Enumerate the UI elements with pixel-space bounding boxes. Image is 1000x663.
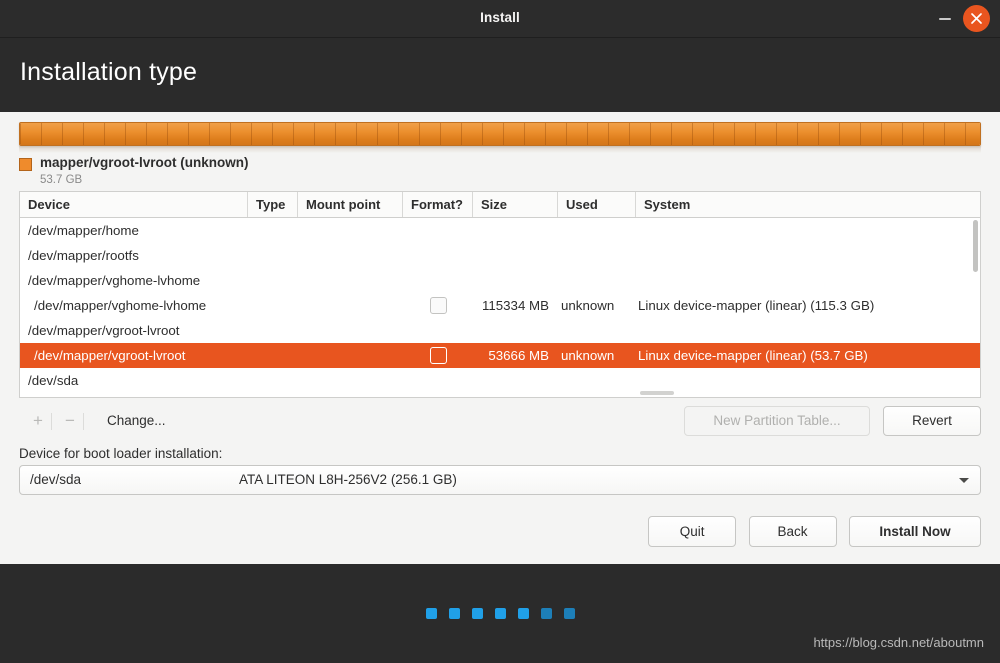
column-header-device[interactable]: Device	[20, 192, 248, 217]
table-horizontal-scrollbar[interactable]	[20, 390, 980, 396]
column-header-mount-point[interactable]: Mount point	[298, 192, 403, 217]
table-row[interactable]: /dev/mapper/vgroot-lvroot 53666 MB unknown…	[20, 343, 980, 368]
new-partition-table-button[interactable]: New Partition Table...	[684, 406, 870, 436]
partition-legend: mapper/vgroot-lvroot (unknown) 53.7 GB	[19, 155, 249, 188]
bootloader-label: Device for boot loader installation:	[19, 446, 223, 461]
cell-device: /dev/sda	[28, 373, 79, 388]
cell-size: 53666 MB	[488, 348, 549, 363]
window-title: Install	[480, 10, 520, 25]
quit-button[interactable]: Quit	[648, 516, 737, 547]
remove-partition-button[interactable]: −	[57, 408, 83, 434]
column-header-size[interactable]: Size	[473, 192, 558, 217]
install-now-button[interactable]: Install Now	[849, 516, 981, 547]
legend-partition-name: mapper/vgroot-lvroot (unknown)	[40, 155, 249, 170]
cell-system: Linux device-mapper (linear) (53.7 GB)	[638, 348, 868, 363]
watermark-text: https://blog.csdn.net/aboutmn	[813, 635, 984, 650]
cell-device: /dev/mapper/vgroot-lvroot	[28, 323, 180, 338]
cell-format	[403, 297, 473, 314]
table-header-row: Device Type Mount point Format? Size Use…	[20, 192, 980, 218]
column-header-format[interactable]: Format?	[403, 192, 473, 217]
cell-device: /dev/mapper/home	[28, 223, 139, 238]
main-panel: mapper/vgroot-lvroot (unknown) 53.7 GB D…	[0, 112, 1000, 564]
cell-device: /dev/mapper/vghome-lvhome	[34, 298, 207, 313]
progress-dot[interactable]	[540, 608, 552, 619]
legend-color-swatch-icon	[19, 158, 32, 171]
table-row[interactable]: /dev/mapper/home	[20, 218, 980, 243]
toolbar-divider	[83, 413, 84, 430]
chevron-down-icon	[959, 478, 969, 483]
table-row[interactable]: /dev/mapper/vghome-lvhome 115334 MB unknow…	[20, 293, 980, 318]
revert-button[interactable]: Revert	[883, 406, 981, 436]
toolbar-divider	[51, 413, 52, 430]
window-titlebar: Install	[0, 0, 1000, 38]
table-row[interactable]: /dev/mapper/vghome-lvhome	[20, 268, 980, 293]
cell-device: /dev/mapper/rootfs	[28, 248, 139, 263]
cell-size: 115334 MB	[481, 298, 549, 313]
partition-toolbar: + − Change... New Partition Table... Rev…	[19, 406, 981, 436]
table-vertical-scrollbar[interactable]	[973, 220, 978, 272]
wizard-buttons: Quit Back Install Now	[648, 516, 981, 547]
change-partition-button[interactable]: Change...	[99, 408, 174, 434]
progress-dot[interactable]	[517, 608, 529, 619]
progress-dot[interactable]	[448, 608, 460, 619]
cell-device: /dev/mapper/vgroot-lvroot	[34, 348, 186, 363]
minimize-icon[interactable]	[938, 12, 952, 25]
partition-usage-bar[interactable]	[19, 122, 981, 146]
progress-dot[interactable]	[425, 608, 437, 619]
cell-used: unknown	[561, 348, 615, 363]
back-button[interactable]: Back	[748, 516, 837, 547]
bootloader-device-select[interactable]: /dev/sda ATA LITEON L8H-256V2 (256.1 GB)	[19, 465, 981, 495]
progress-dot[interactable]	[471, 608, 483, 619]
column-header-used[interactable]: Used	[558, 192, 636, 217]
partition-bar-shadow	[19, 146, 981, 153]
progress-dot[interactable]	[494, 608, 506, 619]
table-row[interactable]: /dev/mapper/rootfs	[20, 243, 980, 268]
partition-table: Device Type Mount point Format? Size Use…	[19, 191, 981, 398]
cell-format	[403, 347, 473, 364]
page-title: Installation type	[20, 58, 198, 86]
column-header-system[interactable]: System	[636, 192, 980, 217]
partition-segment-vgroot-lvroot	[20, 123, 980, 145]
format-checkbox[interactable]	[429, 297, 447, 314]
legend-partition-size: 53.7 GB	[40, 174, 83, 186]
close-icon[interactable]	[963, 5, 990, 32]
table-row[interactable]: /dev/mapper/vgroot-lvroot	[20, 318, 980, 343]
bootloader-device-description: ATA LITEON L8H-256V2 (256.1 GB)	[239, 472, 457, 487]
wizard-progress-dots	[0, 608, 1000, 619]
cell-device: /dev/mapper/vghome-lvhome	[28, 273, 201, 288]
install-window: Install Installation type mapper/vgroot-…	[0, 0, 1000, 663]
close-glyph	[971, 13, 982, 24]
cell-system: Linux device-mapper (linear) (115.3 GB)	[638, 298, 875, 313]
progress-dot[interactable]	[563, 608, 575, 619]
column-header-type[interactable]: Type	[248, 192, 298, 217]
bootloader-device-value: /dev/sda	[30, 472, 82, 487]
cell-used: unknown	[561, 298, 615, 313]
horizontal-scroll-thumb[interactable]	[640, 391, 674, 395]
add-partition-button[interactable]: +	[25, 408, 51, 434]
table-body: /dev/mapper/home/dev/mapper/rootfs/dev/m…	[20, 218, 980, 393]
format-checkbox[interactable]	[429, 347, 447, 364]
